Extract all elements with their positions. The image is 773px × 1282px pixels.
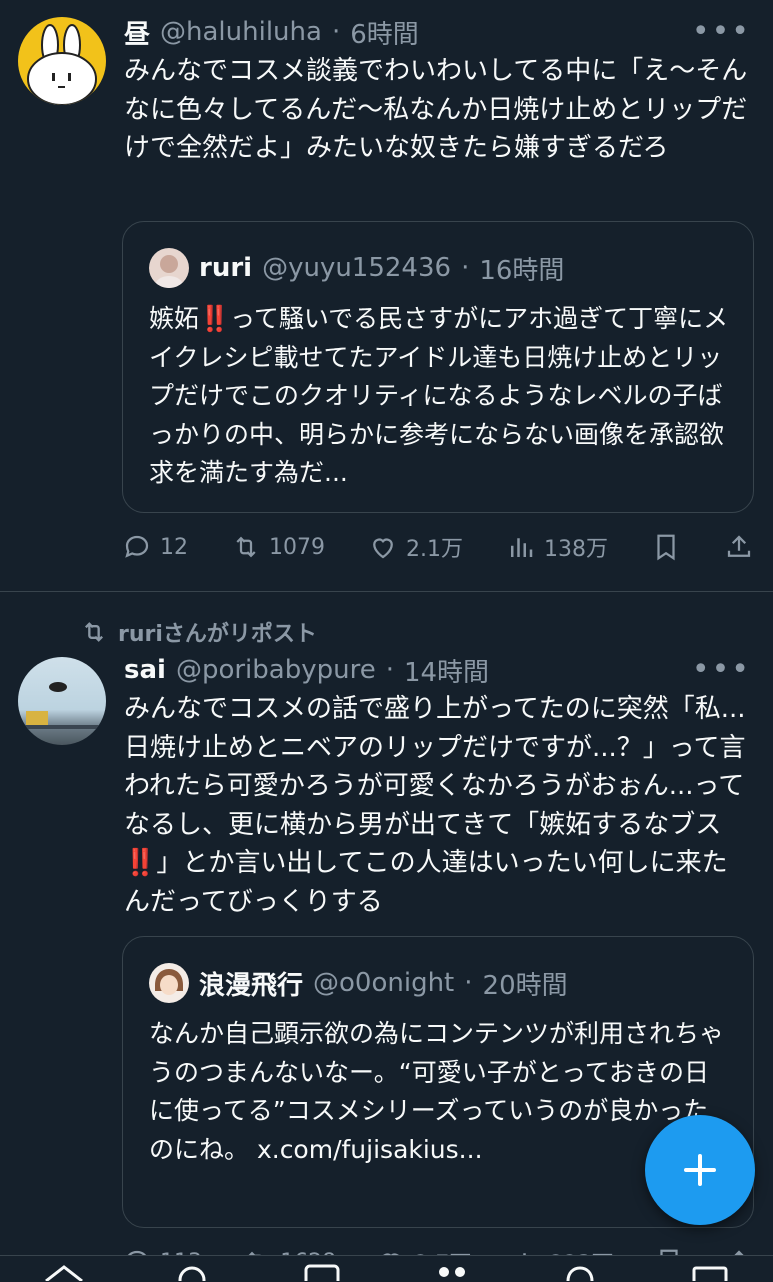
quoted-header: ruri @yuyu152436 · 16時間	[149, 248, 564, 288]
quoted-text-part: 嫉妬	[149, 304, 200, 333]
notifications-icon[interactable]	[562, 1262, 598, 1281]
grok-icon[interactable]	[302, 1262, 342, 1281]
quoted-text: 嫉妬‼️って騒いでる民さすがにアホ過ぎて丁寧にメイクレシピ載せてたアイドル達も日…	[149, 300, 729, 493]
view-count: 138万	[544, 537, 608, 562]
quoted-text-part: って騒いでる民さすがにアホ過ぎて丁寧にメイクレシピ載せてたアイドル達も日焼け止め…	[149, 304, 729, 487]
tweet-text-part: 」とか言い出してこの人達はいったい何しに来たんだってびっくりする	[124, 848, 728, 917]
quoted-tweet[interactable]: ruri @yuyu152436 · 16時間 嫉妬‼️って騒いでる民さすがにア…	[122, 221, 754, 513]
tweet-actions: 12 1079 2.1万 138万	[122, 527, 754, 567]
plus-icon	[684, 1154, 716, 1186]
views-button[interactable]: 138万	[506, 531, 608, 563]
timestamp[interactable]: 6時間	[350, 14, 419, 51]
quoted-display-name: ruri	[199, 253, 253, 283]
more-options-icon[interactable]: •••	[692, 14, 751, 49]
quoted-handle: @yuyu152436	[262, 253, 452, 283]
quoted-timestamp: 16時間	[479, 255, 565, 286]
tweet-header: 昼 @haluhiluha · 6時間	[124, 14, 419, 50]
repost-button[interactable]: 1079	[231, 532, 325, 562]
repost-icon	[236, 536, 256, 558]
repost-icon	[85, 622, 103, 642]
separator-dot: ·	[461, 253, 470, 283]
share-icon	[727, 535, 751, 557]
tweet-divider	[0, 591, 773, 592]
user-handle[interactable]: @haluhiluha	[160, 17, 322, 47]
like-count: 2.1万	[406, 537, 463, 562]
repost-count: 1079	[269, 534, 325, 560]
timestamp[interactable]: 14時間	[404, 652, 489, 689]
separator-dot: ·	[385, 655, 394, 685]
quoted-handle: @o0onight	[313, 968, 455, 998]
quoted-avatar	[149, 248, 189, 288]
quoted-avatar	[149, 963, 189, 1003]
display-name[interactable]: 昼	[124, 14, 150, 51]
repost-indicator[interactable]: ruriさんがリポスト	[80, 616, 317, 648]
tweet-header: sai @poribabypure · 14時間	[124, 652, 489, 688]
reply-count: 12	[160, 534, 188, 560]
reply-icon	[125, 535, 149, 558]
messages-icon[interactable]	[690, 1264, 730, 1281]
home-icon[interactable]	[44, 1264, 84, 1281]
quoted-display-name: 浪漫飛行	[199, 970, 304, 1001]
double-exclamation-emoji: ‼️	[124, 848, 157, 878]
heart-icon	[373, 538, 393, 559]
bottom-navigation-bar	[0, 1255, 773, 1281]
like-button[interactable]: 2.1万	[368, 531, 463, 563]
tweet-text-part: みんなでコスメの話で盛り上がってたのに突然「私...日焼け止めとニベアのリップだ…	[124, 694, 746, 840]
separator-dot: ·	[331, 17, 341, 47]
communities-icon[interactable]	[432, 1262, 472, 1281]
compose-button[interactable]	[645, 1115, 755, 1225]
more-options-icon[interactable]: •••	[692, 652, 751, 687]
double-exclamation-emoji: ‼️	[199, 304, 231, 333]
avatar-rabbit[interactable]	[18, 17, 106, 105]
share-button[interactable]	[724, 532, 754, 562]
bookmark-icon	[657, 534, 675, 561]
display-name[interactable]: sai	[124, 655, 166, 685]
avatar-photo[interactable]	[18, 657, 106, 745]
tweet-text: みんなでコスメ談義でわいわいしてる中に「え〜そんなに色々してるんだ〜私なんか日焼…	[124, 56, 748, 163]
tweet-1[interactable]: 昼 @haluhiluha · 6時間 ••• みんなでコスメ談義でわいわいして…	[0, 0, 773, 590]
separator-dot: ·	[464, 968, 473, 998]
tweet-text: みんなでコスメの話で盛り上がってたのに突然「私...日焼け止めとニベアのリップだ…	[124, 690, 750, 921]
analytics-icon	[511, 538, 533, 557]
repost-label: ruriさんがリポスト	[118, 622, 317, 647]
quoted-header: 浪漫飛行 @o0onight · 20時間	[149, 963, 568, 1003]
user-handle[interactable]: @poribabypure	[176, 655, 376, 685]
reply-button[interactable]: 12	[122, 532, 188, 562]
quoted-text: なんか自己顕示欲の為にコンテンツが利用されちゃうのつまんないなー。“可愛い子がと…	[149, 1019, 725, 1164]
search-icon[interactable]	[174, 1262, 210, 1281]
bookmark-button[interactable]	[651, 532, 681, 562]
quoted-timestamp: 20時間	[482, 970, 568, 1001]
